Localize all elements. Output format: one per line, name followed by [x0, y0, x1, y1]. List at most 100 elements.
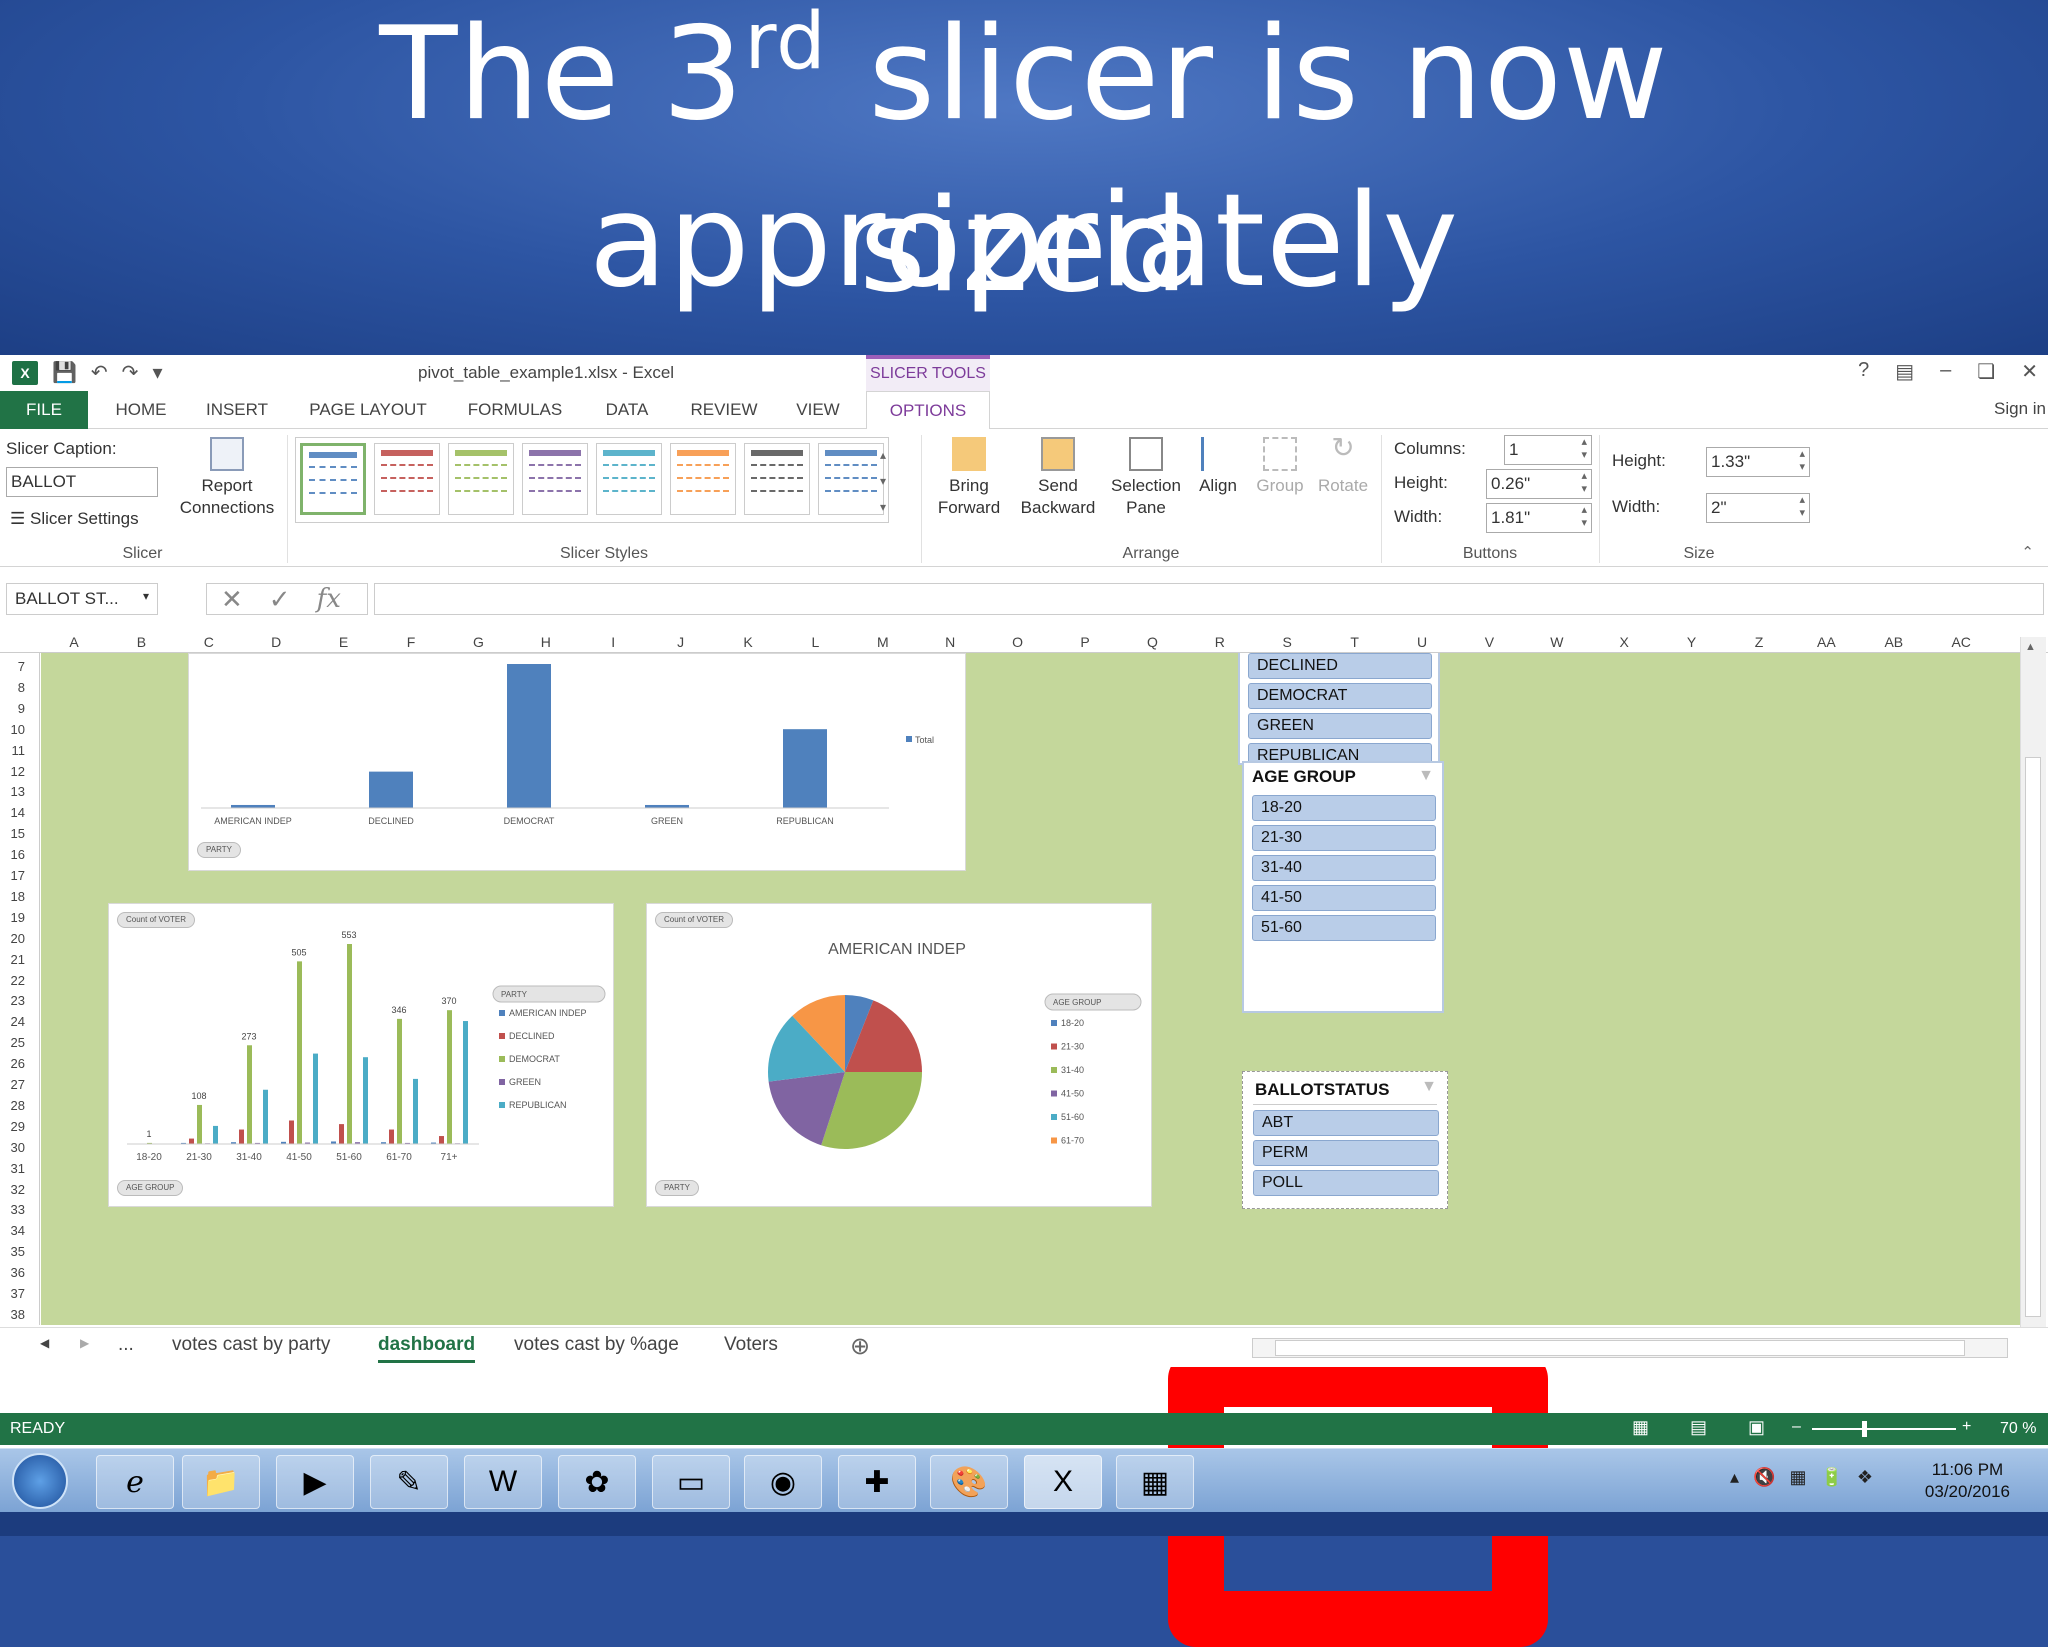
row-header[interactable]: 38 [11, 1307, 25, 1322]
slicer-item-declined[interactable]: DECLINED [1248, 653, 1432, 679]
page-layout-icon[interactable]: ▤ [1690, 1417, 1707, 1438]
gallery-scroll-icon[interactable]: ▴▾▾ [880, 442, 886, 520]
column-header[interactable]: D [271, 634, 281, 650]
enter-icon[interactable]: ✓ [269, 584, 291, 615]
sign-in-link[interactable]: Sign in [1994, 399, 2046, 419]
start-button-icon[interactable] [12, 1453, 68, 1509]
tab-home[interactable]: HOME [106, 391, 176, 429]
column-header[interactable]: A [69, 634, 78, 650]
column-header[interactable]: E [339, 634, 348, 650]
column-header[interactable]: T [1350, 634, 1359, 650]
sheet-overflow[interactable]: ... [118, 1334, 134, 1356]
slicer-style-swatch[interactable] [670, 443, 736, 515]
row-header[interactable]: 16 [11, 847, 25, 862]
vertical-scrollbar[interactable]: ▲ [2020, 637, 2046, 1327]
slicer-item-21-30[interactable]: 21-30 [1252, 825, 1436, 851]
row-header[interactable]: 24 [11, 1014, 25, 1029]
slicer-style-swatch[interactable] [522, 443, 588, 515]
name-box[interactable]: BALLOT ST... ▾ [6, 583, 158, 615]
row-header[interactable]: 9 [18, 701, 25, 716]
tab-dashboard[interactable]: dashboard [378, 1334, 475, 1363]
slicer-item-abt[interactable]: ABT [1253, 1110, 1439, 1136]
word-icon[interactable]: W [464, 1455, 542, 1509]
column-header[interactable]: I [611, 634, 615, 650]
party-filter-button[interactable]: PARTY [197, 842, 241, 858]
slicer-style-swatch[interactable] [744, 443, 810, 515]
app-icon[interactable]: ✚ [838, 1455, 916, 1509]
slicer-item-18-20[interactable]: 18-20 [1252, 795, 1436, 821]
row-header[interactable]: 30 [11, 1140, 25, 1155]
column-header[interactable]: W [1550, 634, 1563, 650]
powerpoint-icon[interactable]: ▦ [1116, 1455, 1194, 1509]
clear-filter-icon[interactable]: ▼ [1421, 1078, 1437, 1096]
insert-function-icon[interactable]: fx [317, 584, 341, 614]
column-header[interactable]: N [945, 634, 955, 650]
column-header[interactable]: Q [1147, 634, 1158, 650]
slicer-style-swatch[interactable] [596, 443, 662, 515]
row-header[interactable]: 26 [11, 1056, 25, 1071]
tab-votes-cast-by-age[interactable]: votes cast by %age [514, 1334, 679, 1356]
redo-icon[interactable]: ↷ [122, 360, 139, 385]
internet-explorer-icon[interactable]: ℯ [96, 1455, 174, 1509]
columns-input[interactable]: 1 [1504, 435, 1592, 465]
row-header[interactable]: 12 [11, 764, 25, 779]
button-width-input[interactable]: 1.81" [1486, 503, 1592, 533]
row-header[interactable]: 27 [11, 1077, 25, 1092]
tab-data[interactable]: DATA [596, 391, 658, 429]
column-header[interactable]: C [204, 634, 214, 650]
slicer-item-perm[interactable]: PERM [1253, 1140, 1439, 1166]
report-connections-button[interactable]: Report Connections [172, 437, 282, 519]
media-player-icon[interactable]: ▶ [276, 1455, 354, 1509]
slicer-item-31-40[interactable]: 31-40 [1252, 855, 1436, 881]
party-chart[interactable]: AMERICAN INDEPDECLINEDDEMOCRATGREENREPUB… [188, 653, 966, 871]
new-sheet-icon[interactable]: ⊕ [850, 1332, 870, 1361]
undo-icon[interactable]: ↶ [91, 360, 108, 385]
row-header[interactable]: 22 [11, 973, 25, 988]
row-header[interactable]: 19 [11, 910, 25, 925]
scroll-up-icon[interactable]: ▲ [2025, 641, 2036, 653]
tab-formulas[interactable]: FORMULAS [462, 391, 568, 429]
prev-sheet-icon[interactable]: ◀ [40, 1336, 49, 1350]
tab-voters[interactable]: Voters [724, 1334, 778, 1356]
restore-icon[interactable]: ❏ [1977, 359, 1995, 384]
slicer-item-democrat[interactable]: DEMOCRAT [1248, 683, 1432, 709]
row-header[interactable]: 17 [11, 868, 25, 883]
column-header[interactable]: AB [1884, 634, 1903, 650]
slicer-item-41-50[interactable]: 41-50 [1252, 885, 1436, 911]
tab-view[interactable]: VIEW [790, 391, 846, 429]
row-header[interactable]: 31 [11, 1161, 25, 1176]
column-header[interactable]: V [1485, 634, 1494, 650]
row-header[interactable]: 23 [11, 993, 25, 1008]
column-header[interactable]: G [473, 634, 484, 650]
party-filter-button[interactable]: PARTY [655, 1180, 699, 1196]
customize-qat-icon[interactable]: ▾ [152, 360, 162, 385]
h-scroll-thumb[interactable] [1275, 1340, 1965, 1356]
system-tray-icons[interactable]: ▴🔇▦🔋❖ [1730, 1467, 1887, 1488]
row-header[interactable]: 8 [18, 680, 25, 695]
ribbon-display-icon[interactable]: ▤ [1895, 359, 1914, 384]
tab-options[interactable]: OPTIONS [866, 391, 990, 430]
notes-icon[interactable]: ▭ [652, 1455, 730, 1509]
row-header[interactable]: 14 [11, 805, 25, 820]
row-header[interactable]: 36 [11, 1265, 25, 1280]
zoom-level[interactable]: 70 % [2000, 1420, 2036, 1438]
row-header[interactable]: 32 [11, 1182, 25, 1197]
row-header[interactable]: 21 [11, 952, 25, 967]
horizontal-scrollbar[interactable] [1252, 1338, 2008, 1358]
slicer-caption-input[interactable]: BALLOT [6, 467, 158, 497]
column-header[interactable]: O [1012, 634, 1023, 650]
slicer-style-swatch[interactable] [374, 443, 440, 515]
column-header[interactable]: F [407, 634, 416, 650]
zoom-in-icon[interactable]: + [1962, 1418, 1971, 1436]
zoom-thumb[interactable] [1862, 1421, 1867, 1437]
row-header[interactable]: 28 [11, 1098, 25, 1113]
selection-pane-button[interactable]: SelectionPane [1106, 437, 1186, 519]
tab-review[interactable]: REVIEW [688, 391, 760, 429]
formula-input[interactable] [374, 583, 2044, 615]
tab-insert[interactable]: INSERT [202, 391, 272, 429]
column-header[interactable]: Z [1755, 634, 1764, 650]
slicer-style-swatch[interactable] [448, 443, 514, 515]
paint-icon[interactable]: 🎨 [930, 1455, 1008, 1509]
scroll-thumb[interactable] [2025, 757, 2041, 1317]
age-group-chart[interactable]: Count of VOTER 18-2021-3031-4041-5051-60… [108, 903, 614, 1207]
